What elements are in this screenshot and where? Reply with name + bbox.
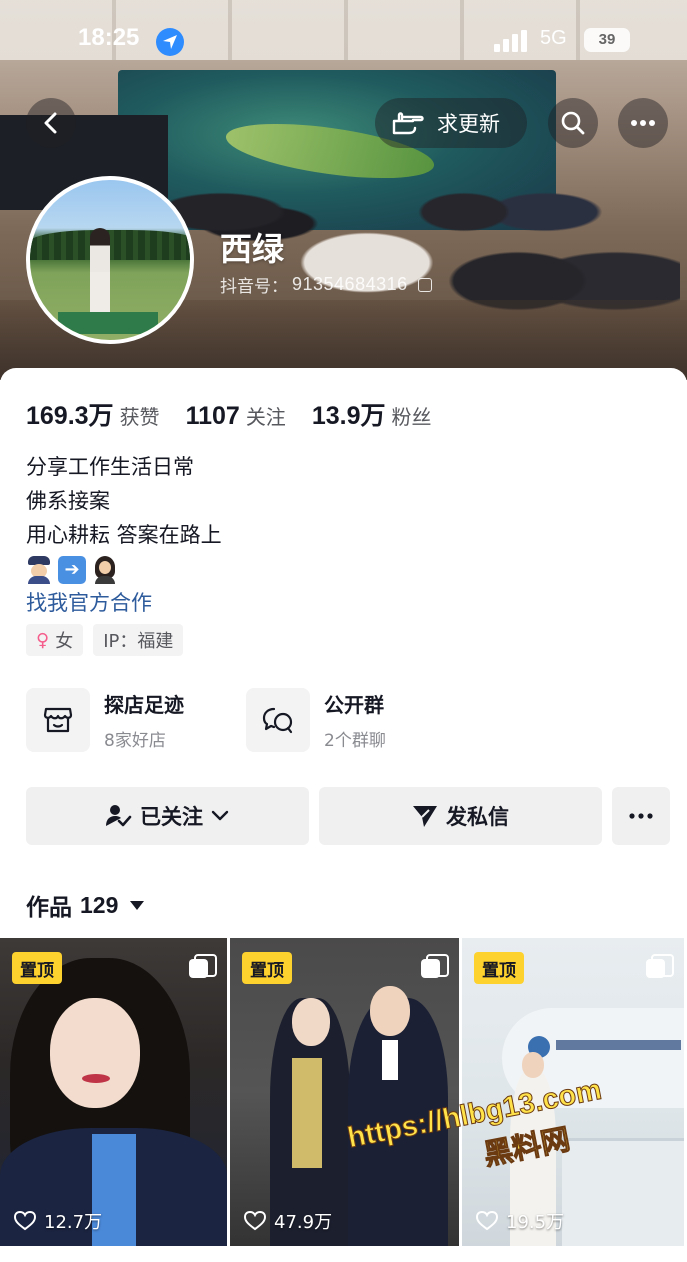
bio: 分享工作生活日常 佛系接案 用心耕耘 答案在路上 ➔ 找我官方合作 <box>26 450 222 620</box>
ip-location-tag: IP：福建 <box>93 624 184 656</box>
request-update-button[interactable]: 求更新 <box>375 98 527 148</box>
heart-outline-icon <box>476 1211 498 1231</box>
chevron-left-icon <box>44 112 57 134</box>
video-thumbnail[interactable]: 置顶 12.7万 <box>0 938 227 1246</box>
more-dots-icon <box>629 813 653 819</box>
stat-value: 1107 <box>185 402 240 430</box>
search-button[interactable] <box>548 98 598 148</box>
profile-actions: 已关注 发私信 <box>26 787 670 845</box>
female-icon: ♀ <box>36 629 50 651</box>
followed-label: 已关注 <box>140 805 203 829</box>
heart-outline-icon <box>244 1211 266 1231</box>
profile-tags: ♀ 女 IP：福建 <box>26 624 184 656</box>
ip-location-label: IP：福建 <box>103 631 174 652</box>
gender-tag: ♀ 女 <box>26 624 84 656</box>
signal-icon <box>494 30 527 52</box>
send-message-button[interactable]: 发私信 <box>319 787 602 845</box>
more-dots-icon <box>631 120 655 126</box>
like-count-value: 47.9万 <box>274 1212 333 1233</box>
request-update-label: 求更新 <box>437 112 500 136</box>
works-count: 129 <box>80 891 119 918</box>
copy-icon[interactable] <box>417 277 432 292</box>
status-bar: 18:25 5G 39 <box>0 20 687 60</box>
battery-icon: 39 <box>584 28 630 52</box>
stat-value: 169.3万 <box>26 402 114 430</box>
location-arrow-icon <box>156 28 184 56</box>
profile-stats: 169.3万 获赞 1107 关注 13.9万 粉丝 <box>26 396 457 432</box>
works-tab[interactable]: 作品 129 <box>26 888 145 922</box>
stat-label: 关注 <box>245 405 286 429</box>
bio-line: 用心耕耘 答案在路上 <box>26 523 222 547</box>
pinned-badge: 置顶 <box>242 952 292 984</box>
bio-line: 分享工作生活日常 <box>26 455 194 479</box>
shortcut-subtitle: 8家好店 <box>104 731 166 751</box>
woman-technologist-icon <box>92 556 118 584</box>
shortcut-title: 公开群 <box>324 693 384 717</box>
nickname: 西绿 <box>220 230 285 268</box>
like-count: 47.9万 <box>244 1208 332 1234</box>
pinned-badge: 置顶 <box>12 952 62 984</box>
works-label: 作品 <box>26 895 72 921</box>
store-visits-shortcut[interactable]: 探店足迹 8家好店 <box>26 688 184 752</box>
like-count-value: 12.7万 <box>44 1212 103 1233</box>
paper-plane-icon <box>413 806 437 827</box>
followed-button[interactable]: 已关注 <box>26 787 309 845</box>
arrow-right-icon: ➔ <box>58 556 86 584</box>
search-icon <box>561 111 585 135</box>
douyin-id-row[interactable]: 抖音号： 91354684316 <box>220 272 432 297</box>
gender-label: 女 <box>55 631 74 652</box>
stat-following[interactable]: 1107 关注 <box>186 401 286 431</box>
pointing-hand-icon <box>392 112 424 135</box>
actions-more-button[interactable] <box>612 787 670 845</box>
avatar[interactable] <box>26 176 194 344</box>
stat-label: 粉丝 <box>391 405 432 429</box>
send-message-label: 发私信 <box>446 805 509 829</box>
pinned-badge: 置顶 <box>474 952 524 984</box>
multi-image-icon <box>421 954 449 978</box>
like-count-value: 19.5万 <box>506 1212 565 1233</box>
multi-image-icon <box>189 954 217 978</box>
stat-followers[interactable]: 13.9万 粉丝 <box>312 396 432 432</box>
police-officer-icon <box>26 556 52 584</box>
video-thumbnail[interactable]: 置顶 47.9万 <box>230 938 459 1246</box>
chevron-down-icon <box>211 810 229 821</box>
caret-down-icon[interactable] <box>130 900 145 910</box>
stat-label: 获赞 <box>119 405 160 429</box>
like-count: 12.7万 <box>14 1208 102 1234</box>
shortcut-subtitle: 2个群聊 <box>324 731 386 751</box>
status-time: 18:25 <box>78 24 140 51</box>
back-button[interactable] <box>26 98 76 148</box>
bio-line: 佛系接案 <box>26 489 110 513</box>
store-icon <box>26 688 90 752</box>
network-type: 5G <box>540 27 567 49</box>
user-check-icon <box>106 805 132 827</box>
bio-emoji-row: ➔ <box>26 554 222 586</box>
more-options-button[interactable] <box>618 98 668 148</box>
multi-image-icon <box>646 954 674 978</box>
stat-likes: 169.3万 获赞 <box>26 396 160 432</box>
douyin-id-value: 91354684316 <box>292 274 408 294</box>
douyin-id-label: 抖音号： <box>220 277 288 297</box>
chat-group-icon <box>246 688 310 752</box>
stat-value: 13.9万 <box>311 402 386 430</box>
official-cooperation-link[interactable]: 找我官方合作 <box>26 586 222 620</box>
shortcut-title: 探店足迹 <box>104 693 184 717</box>
heart-outline-icon <box>14 1211 36 1231</box>
public-group-shortcut[interactable]: 公开群 2个群聊 <box>246 688 386 752</box>
like-count: 19.5万 <box>476 1208 564 1234</box>
